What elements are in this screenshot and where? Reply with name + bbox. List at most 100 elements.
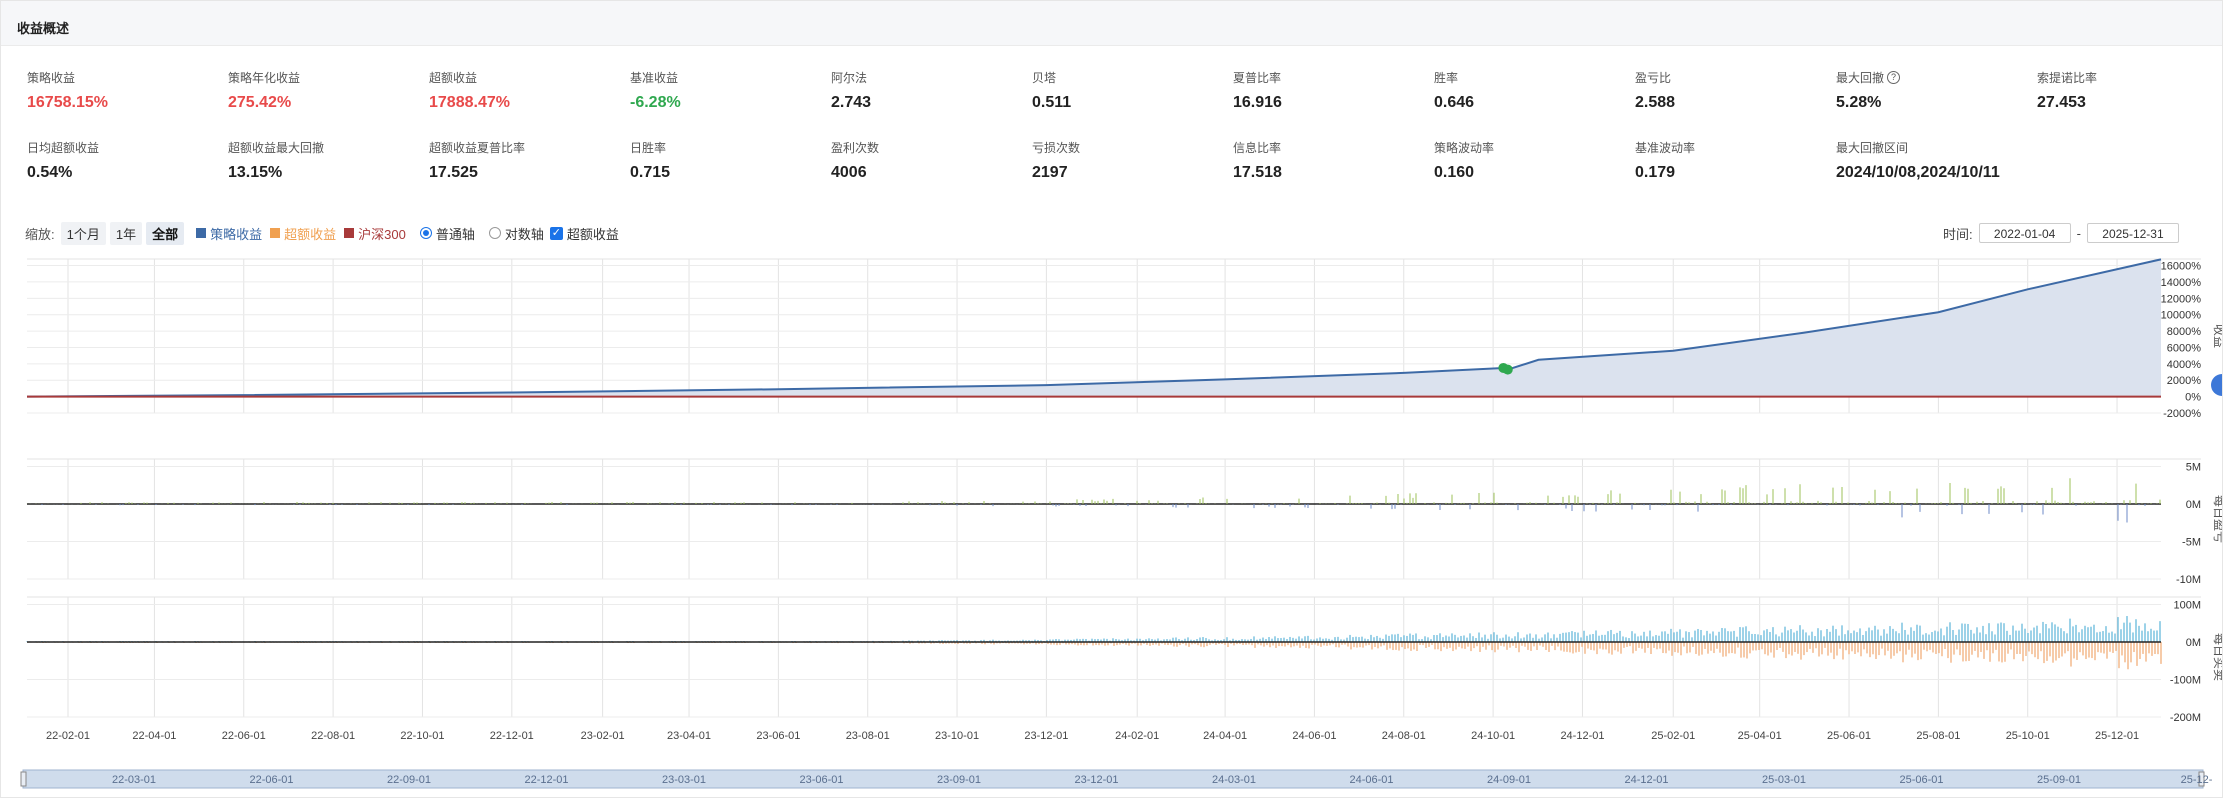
stat-item: 策略年化收益 275.42% xyxy=(228,69,300,112)
max-drawdown-marker-end xyxy=(1502,364,1513,375)
x-tick-label: 22-08-01 xyxy=(311,730,355,742)
scroll-indicator xyxy=(2211,374,2222,396)
y-tick-label: 10000% xyxy=(2161,310,2202,322)
y-tick-label: 0M xyxy=(2186,499,2201,511)
x-tick-label: 25-02-01 xyxy=(1651,730,1695,742)
returns-chart[interactable]: 16000% 14000% 12000% 10000% 8000% 6000% 4000% 2… xyxy=(1,257,2222,797)
stat-label: 超额收益 xyxy=(429,71,478,85)
stat-item: 超额收益最大回撤 13.15% xyxy=(228,139,324,182)
y-tick-label: 100M xyxy=(2173,600,2201,612)
stat-label: 日均超额收益 xyxy=(27,141,100,155)
y-axis-label: 每日盈亏 xyxy=(2212,495,2222,543)
stat-label: 盈亏比 xyxy=(1635,71,1672,85)
stat-value: 17.525 xyxy=(429,164,478,181)
stat-value: 0.511 xyxy=(1032,94,1072,111)
zoom-1m-button[interactable]: 1个月 xyxy=(60,221,106,245)
stat-value: 13.15% xyxy=(228,164,283,181)
stat-value: 16.916 xyxy=(1233,94,1282,111)
y-tick-label: 12000% xyxy=(2161,293,2202,305)
stat-value: 17888.47% xyxy=(429,94,510,111)
zoom-1y-button[interactable]: 1年 xyxy=(109,221,143,245)
navigator-tick-label: 25-03-01 xyxy=(1762,774,1806,786)
navigator-handle-left xyxy=(20,771,27,787)
stat-item: 策略波动率 0.160 xyxy=(1434,139,1494,182)
stat-label: 最大回撤 xyxy=(1836,71,1885,85)
navigator-tick-label: 25-06-01 xyxy=(1899,774,1943,786)
help-icon[interactable]: ? xyxy=(1887,71,1901,84)
end-date-input[interactable]: 2025-12-31 xyxy=(2086,223,2179,243)
stat-value: 2197 xyxy=(1032,164,1068,181)
x-tick-label: 25-10-01 xyxy=(2006,730,2050,742)
x-tick-label: 24-08-01 xyxy=(1382,730,1426,742)
stat-item: 亏损次数 2197 xyxy=(1032,139,1080,182)
y-tick-label: 14000% xyxy=(2161,277,2202,289)
stat-value: 5.28% xyxy=(1836,94,1882,111)
stat-item: 最大回撤区间 2024/10/08,2024/10/11 xyxy=(1836,139,2000,182)
navigator-tick-label: 25-09-01 xyxy=(2037,774,2081,786)
stat-item: 盈亏比 2.588 xyxy=(1635,69,1675,112)
x-tick-label: 24-02-01 xyxy=(1115,730,1159,742)
legend-excess[interactable]: 超额收益 xyxy=(270,224,336,243)
y-tick-label: 0% xyxy=(2185,392,2201,404)
legend-label: 策略收益 xyxy=(210,226,263,242)
stat-value: 17.518 xyxy=(1233,164,1282,181)
x-tick-label: 25-08-01 xyxy=(1916,730,1960,742)
start-date-input[interactable]: 2022-01-04 xyxy=(1978,223,2071,243)
zoom-all-button[interactable]: 全部 xyxy=(146,221,185,245)
legend-swatch xyxy=(196,228,207,238)
panel-header: 收益概述 xyxy=(1,1,2222,46)
legend-hs300[interactable]: 沪深300 xyxy=(344,224,406,243)
stat-value: 27.453 xyxy=(2037,94,2086,111)
stat-label: 贝塔 xyxy=(1032,71,1057,85)
stat-item: 基准收益 -6.28% xyxy=(630,69,681,112)
stat-item: 盈利次数 4006 xyxy=(831,139,879,182)
stat-value: 0.715 xyxy=(630,164,671,181)
time-label: 时间: xyxy=(1943,226,1973,242)
excess-checkbox-label: 超额收益 xyxy=(566,226,619,242)
stat-value: 0.646 xyxy=(1434,94,1475,111)
y-axis-label: 收益 xyxy=(2212,324,2222,348)
stat-label: 最大回撤区间 xyxy=(1836,141,1909,155)
stat-value: 0.160 xyxy=(1434,164,1475,181)
axis-log-radio[interactable] xyxy=(488,227,501,239)
axis-normal-radio[interactable] xyxy=(419,227,432,239)
y-tick-label: -10M xyxy=(2176,574,2201,586)
stat-label: 超额收益最大回撤 xyxy=(228,141,325,155)
panel-title: 收益概述 xyxy=(17,21,70,36)
navigator-tick-label: 24-09-01 xyxy=(1487,774,1531,786)
stat-item: 基准波动率 0.179 xyxy=(1635,139,1695,182)
navigator-tick-label: 23-03-01 xyxy=(662,774,706,786)
stat-value: 16758.15% xyxy=(27,94,108,111)
stat-value: 4006 xyxy=(831,164,867,181)
stat-item: 日均超额收益 0.54% xyxy=(27,139,99,182)
stat-item: 胜率 0.646 xyxy=(1434,69,1474,112)
y-tick-label: -100M xyxy=(2170,675,2201,687)
y-tick-label: -5M xyxy=(2182,537,2201,549)
stat-item: 贝塔 0.511 xyxy=(1032,69,1071,112)
legend-label: 超额收益 xyxy=(284,226,337,242)
stat-label: 超额收益夏普比率 xyxy=(429,141,526,155)
x-tick-label: 24-12-01 xyxy=(1560,730,1604,742)
navigator-tick-label: 22-12-01 xyxy=(524,774,568,786)
legend-strategy[interactable]: 策略收益 xyxy=(196,224,262,243)
x-tick-label: 23-10-01 xyxy=(935,730,979,742)
y-tick-label: 4000% xyxy=(2167,359,2201,371)
y-tick-label: 2000% xyxy=(2167,375,2201,387)
stat-label: 策略收益 xyxy=(27,71,76,85)
stat-label: 基准收益 xyxy=(630,71,679,85)
axis-log-label: 对数轴 xyxy=(504,226,544,242)
x-tick-label: 23-06-01 xyxy=(756,730,800,742)
x-tick-label: 23-02-01 xyxy=(581,730,625,742)
excess-checkbox[interactable]: ✓ xyxy=(549,226,563,240)
stat-item: 索提诺比率 27.453 xyxy=(2037,69,2097,112)
navigator-tick-label: 23-09-01 xyxy=(937,774,981,786)
y-tick-label: 0M xyxy=(2186,637,2201,649)
stat-item: 日胜率 0.715 xyxy=(630,139,670,182)
navigator-tick-label: 22-09-01 xyxy=(387,774,431,786)
stat-label: 盈利次数 xyxy=(831,141,880,155)
stat-label: 亏损次数 xyxy=(1032,141,1081,155)
stat-value: 275.42% xyxy=(228,94,292,111)
x-tick-label: 25-12-01 xyxy=(2095,730,2139,742)
stat-item: 夏普比率 16.916 xyxy=(1233,69,1282,112)
time-range: 时间: 2022-01-04 - 2025-12-31 xyxy=(1943,223,2185,243)
